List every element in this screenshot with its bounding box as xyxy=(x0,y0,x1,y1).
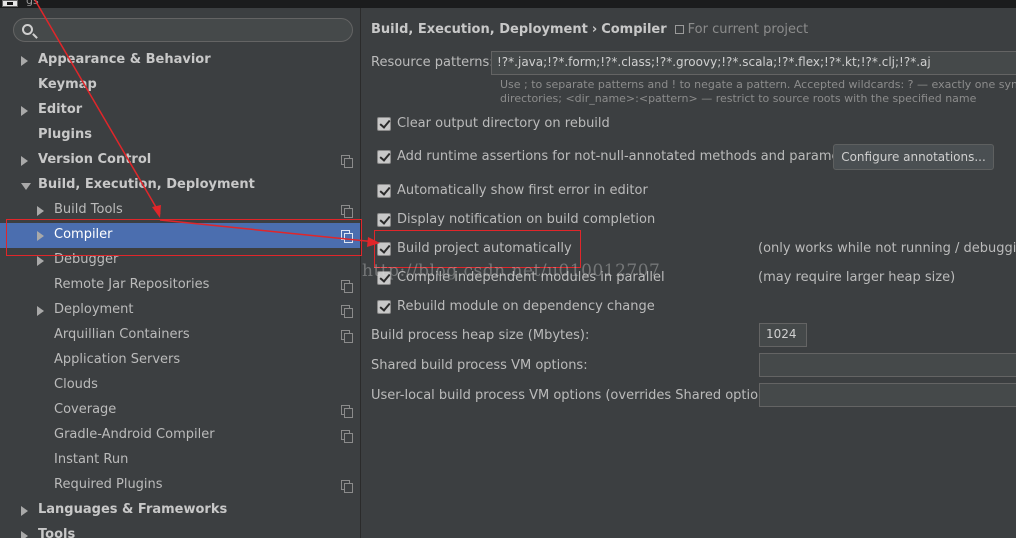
watermark: http://blog.csdn.net/u010012707 xyxy=(362,261,661,281)
annotation-arrow-head xyxy=(152,205,161,218)
annotation-arrow-line xyxy=(34,0,161,215)
annotation-arrow-line-2 xyxy=(159,219,377,243)
annotation-arrow-head-2 xyxy=(367,237,380,247)
